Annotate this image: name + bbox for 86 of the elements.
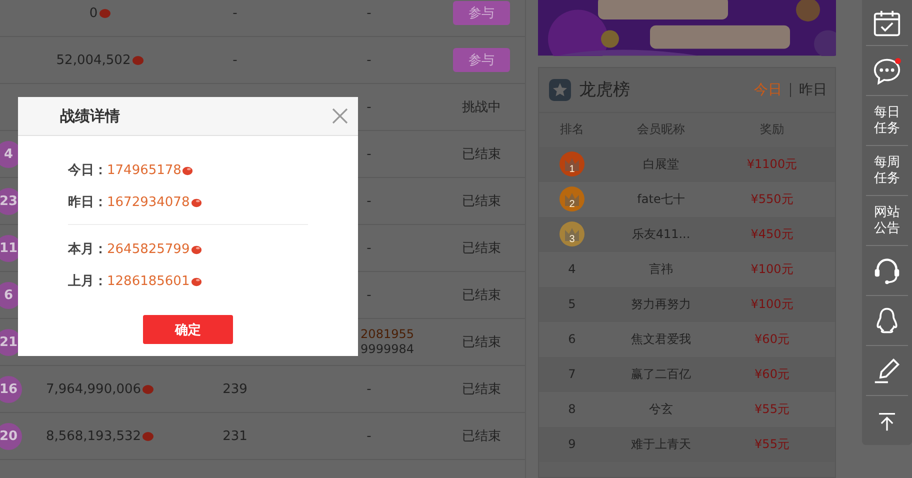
amount-text: 52,004,502 [56, 52, 131, 68]
status-text: 已结束 [462, 193, 501, 210]
table-cell: - [366, 194, 372, 208]
bean-icon [190, 244, 202, 254]
prize-amount: ¥55元 [754, 400, 790, 418]
table-cell: - [366, 428, 372, 444]
prize-amount: ¥450元 [750, 226, 794, 243]
table-cell: - [366, 52, 372, 68]
rank-badge: 20 [0, 423, 22, 450]
bean-icon [142, 383, 154, 395]
status-text: 已结束 [462, 287, 501, 304]
sidebar-link[interactable]: 每日任务 [872, 104, 902, 136]
status-text: 已结束 [462, 240, 501, 257]
ranking-title: 龙虎榜 [579, 79, 630, 102]
table-cell: - [232, 52, 238, 68]
table-cell: - [366, 6, 372, 20]
stat-value: 1286185601 [107, 274, 190, 288]
table-cell: - [366, 100, 372, 114]
rank-number: 4 [568, 262, 576, 276]
bean-icon [132, 54, 144, 66]
sidebar-link[interactable]: 每周任务 [872, 154, 902, 186]
chat-icon[interactable] [873, 56, 901, 84]
amount-text: 8,568,193,532 [46, 428, 142, 444]
join-button[interactable]: 参与 [453, 1, 510, 25]
member-name: 努力再努力 [630, 296, 692, 313]
status-text: 已结束 [462, 146, 501, 163]
member-name: fate七十 [636, 190, 686, 208]
sidebar-link[interactable]: 网站公告 [872, 204, 902, 236]
stat-value: 2645825799 [107, 242, 190, 256]
rank-number: 9 [568, 437, 576, 452]
prize-amount: ¥55元 [754, 436, 790, 453]
stat-label: 今日： [68, 162, 107, 179]
prize-amount: ¥100元 [750, 296, 794, 313]
stat-value: 174965178 [107, 162, 182, 178]
rank-number: 6 [568, 332, 576, 346]
prize-amount: ¥550元 [750, 190, 794, 208]
bean-icon [182, 164, 194, 176]
bean-icon [190, 276, 202, 286]
medal-icon: 2 [559, 186, 585, 212]
member-name: 言祎 [648, 260, 674, 278]
amount-text: 7,964,990,006 [46, 382, 142, 396]
amount-text: 0 [89, 6, 98, 20]
headset-icon[interactable] [873, 256, 901, 284]
table-cell: - [366, 146, 372, 162]
join-button[interactable]: 参与 [453, 48, 510, 72]
dialog-title: 战绩详情 [60, 106, 120, 126]
stat-label: 本月： [68, 241, 107, 258]
member-name: 白展堂 [642, 156, 680, 173]
table-cell: 231 [222, 428, 248, 444]
stat-label: 上月： [68, 273, 107, 290]
table-cell: - [366, 288, 372, 302]
member-name: 焦文君爱我 [630, 330, 692, 348]
period-tab[interactable]: 昨日 [799, 80, 827, 99]
prize-amount: ¥1100元 [746, 156, 798, 173]
status-text: 挑战中 [462, 99, 501, 116]
pen-icon[interactable] [873, 356, 901, 384]
member-name: 乐友411... [630, 226, 692, 243]
bean-icon [190, 196, 202, 208]
medal-icon: 1 [559, 151, 585, 178]
stat-value: 1672934078 [107, 194, 190, 210]
prize-amount: ¥60元 [754, 366, 790, 383]
confirm-button[interactable]: 确定 [143, 315, 233, 344]
status-text: 已结束 [462, 334, 501, 351]
member-name: 赢了二百亿 [630, 366, 692, 383]
table-cell: 9999984 [360, 342, 414, 357]
prize-amount: ¥60元 [754, 330, 790, 348]
table-cell: - [232, 6, 238, 20]
bean-icon [142, 430, 154, 442]
rank-badge: 16 [0, 376, 22, 403]
rank-number: 5 [568, 297, 576, 312]
prize-amount: ¥100元 [750, 260, 794, 278]
member-name: 难于上青天 [630, 436, 692, 453]
stat-label: 昨日： [68, 194, 107, 211]
table-cell: - [366, 240, 372, 256]
table-cell: - [366, 382, 372, 396]
member-name: 兮玄 [648, 400, 674, 418]
table-cell: 2081955 [360, 327, 414, 342]
calendar-icon[interactable] [873, 8, 901, 36]
table-cell: 239 [222, 382, 248, 396]
bean-icon [98, 7, 111, 19]
status-text: 已结束 [462, 428, 501, 445]
close-icon[interactable] [332, 108, 348, 124]
status-text: 已结束 [462, 381, 501, 398]
medal-icon: 3 [559, 221, 585, 248]
rank-number: 7 [568, 367, 576, 382]
rank-number: 8 [568, 402, 576, 416]
